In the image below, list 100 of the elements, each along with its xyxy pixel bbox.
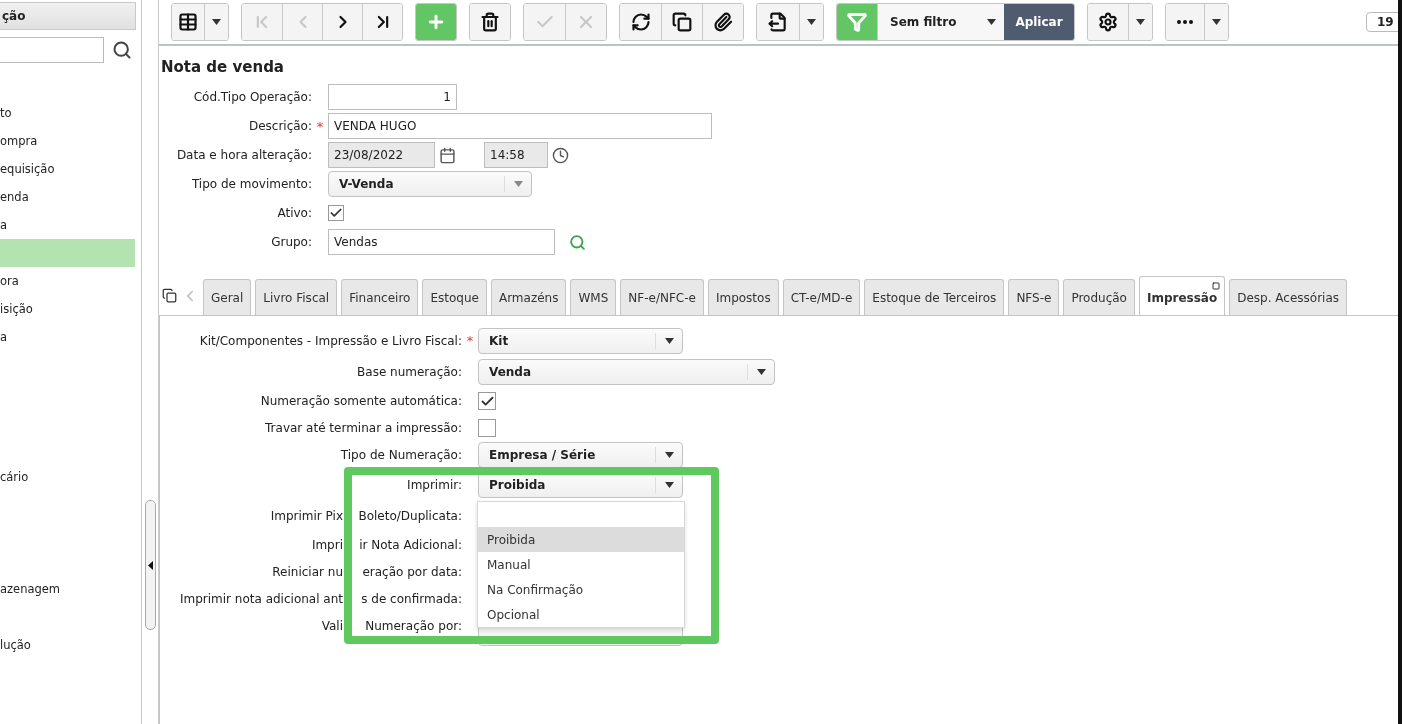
tab[interactable]: Estoque de Terceiros — [864, 279, 1005, 315]
caret-icon — [807, 19, 816, 25]
caret-icon — [987, 19, 996, 25]
select-field[interactable]: V-Venda — [328, 171, 532, 197]
settings-menu-button[interactable] — [1128, 4, 1152, 40]
text-field[interactable]: Vendas — [328, 229, 555, 255]
view-menu-button[interactable] — [204, 4, 228, 40]
caret-icon — [664, 337, 674, 344]
collapse-handle[interactable] — [144, 500, 156, 630]
tab[interactable]: Geral — [203, 279, 252, 315]
tab[interactable]: Armazéns — [490, 279, 567, 315]
last-record-button[interactable] — [362, 4, 402, 40]
field-label: eração por data: — [361, 565, 462, 579]
field-label: Descrição: — [247, 119, 312, 133]
tab[interactable]: NF-e/NFC-e — [620, 279, 704, 315]
required-mark: * — [465, 333, 475, 348]
search-field[interactable] — [0, 37, 104, 63]
sidebar-item[interactable]: ompra — [0, 127, 135, 155]
tab[interactable]: Desp. Acessórias — [1229, 279, 1347, 315]
checkbox[interactable] — [478, 392, 496, 410]
sidebar-item[interactable]: equisição — [0, 155, 135, 183]
attach-button[interactable] — [702, 4, 743, 40]
settings-icon — [1098, 12, 1118, 32]
caret-icon — [664, 451, 674, 458]
next-button[interactable] — [322, 4, 362, 40]
field-label: Tipo de Numeração: — [340, 447, 462, 462]
dropdown-option[interactable]: Manual — [478, 552, 684, 577]
window-icon[interactable] — [162, 288, 177, 303]
page-field[interactable]: 19 — [1366, 12, 1398, 32]
dropdown-option[interactable]: Proibida — [478, 527, 684, 552]
refresh-button[interactable] — [620, 4, 661, 40]
checkbox[interactable] — [328, 205, 344, 221]
field-label: Ativo: — [276, 206, 312, 220]
caret-icon — [664, 481, 674, 488]
field-label: Grupo: — [270, 235, 312, 249]
field-label: Numeração por: — [364, 618, 462, 633]
field-label: ir Nota Adicional: — [358, 538, 462, 552]
sidebar-item[interactable]: a — [0, 211, 135, 239]
trash-icon — [480, 12, 500, 32]
field-label: Kit/Componentes - Impressão e Livro Fiscal: — [199, 333, 462, 348]
sidebar-item[interactable]: a — [0, 323, 135, 351]
field-label: Imprimir Pix — [269, 508, 343, 523]
checkbox[interactable] — [478, 418, 496, 437]
settings-button[interactable] — [1088, 4, 1128, 40]
select-field[interactable]: Venda — [478, 358, 775, 385]
tab[interactable]: Impostos — [707, 279, 779, 315]
export-button[interactable] — [757, 4, 799, 40]
table-view-button[interactable] — [172, 4, 204, 40]
field-label: Boleto/Duplicata: — [357, 508, 462, 523]
tab[interactable]: Impressão — [1138, 276, 1226, 315]
tab[interactable]: NFS-e — [1008, 279, 1060, 315]
select-field[interactable]: Empresa / Série — [478, 441, 683, 468]
field-label: Imprimir nota adicional ant — [178, 591, 343, 606]
field-label: Tipo de movimento: — [190, 177, 312, 191]
field-label: Cód.Tipo Operação: — [192, 90, 312, 104]
paperclip-icon — [713, 12, 733, 32]
document-icon — [768, 12, 788, 32]
dropdown-option[interactable]: Na Confirmação — [478, 577, 684, 602]
required-mark: * — [315, 118, 325, 134]
tab[interactable]: CT-e/MD-e — [782, 279, 861, 315]
filter-select[interactable]: Sem filtro — [877, 4, 1004, 40]
caret-icon — [212, 19, 221, 25]
sidebar-item[interactable]: lução — [0, 631, 135, 659]
duplicate-button[interactable] — [661, 4, 702, 40]
search-icon[interactable] — [112, 40, 132, 60]
sidebar-item[interactable]: enda — [0, 183, 135, 211]
field-label: Base numeração: — [357, 364, 462, 379]
clock-icon[interactable] — [552, 146, 569, 164]
sidebar-item[interactable]: azenagem — [0, 575, 135, 603]
field-label: Numeração somente automática: — [260, 394, 462, 408]
dropdown-option[interactable]: Opcional — [478, 602, 684, 627]
apply-button[interactable]: Aplicar — [1004, 4, 1074, 40]
popout-icon[interactable] — [1212, 282, 1221, 290]
export-menu-button[interactable] — [799, 4, 823, 40]
select-field[interactable]: Kit — [478, 327, 683, 354]
tab[interactable]: WMS — [570, 279, 617, 315]
text-field[interactable]: 1 — [328, 84, 457, 110]
tab[interactable]: Livro Fiscal — [255, 279, 338, 315]
copy-icon — [672, 12, 692, 32]
delete-button[interactable] — [470, 4, 510, 40]
more-icon — [1177, 20, 1193, 24]
field-label: Reiniciar nu — [271, 565, 343, 579]
field-label: s de confirmada: — [360, 591, 462, 606]
field-label: Data e hora alteração: — [175, 148, 312, 162]
tab[interactable]: Produção — [1063, 279, 1135, 315]
plus-icon — [426, 12, 446, 32]
refresh-icon — [630, 12, 651, 32]
field-label: Vali — [320, 618, 343, 633]
field-label: Travar até terminar a impressão: — [265, 420, 462, 435]
tab[interactable]: Financeiro — [341, 279, 419, 315]
sidebar-item[interactable]: to — [0, 99, 135, 127]
text-field[interactable]: VENDA HUGO — [328, 113, 712, 139]
caret-icon — [756, 368, 766, 375]
sidebar-item[interactable]: isição — [0, 295, 135, 323]
sidebar-item[interactable]: ora — [0, 267, 135, 295]
calendar-icon[interactable] — [439, 146, 456, 164]
more-button[interactable] — [1166, 4, 1204, 40]
tab[interactable]: Estoque — [422, 279, 487, 315]
sidebar-item[interactable]: cário — [0, 463, 135, 491]
more-menu-button[interactable] — [1204, 4, 1228, 40]
